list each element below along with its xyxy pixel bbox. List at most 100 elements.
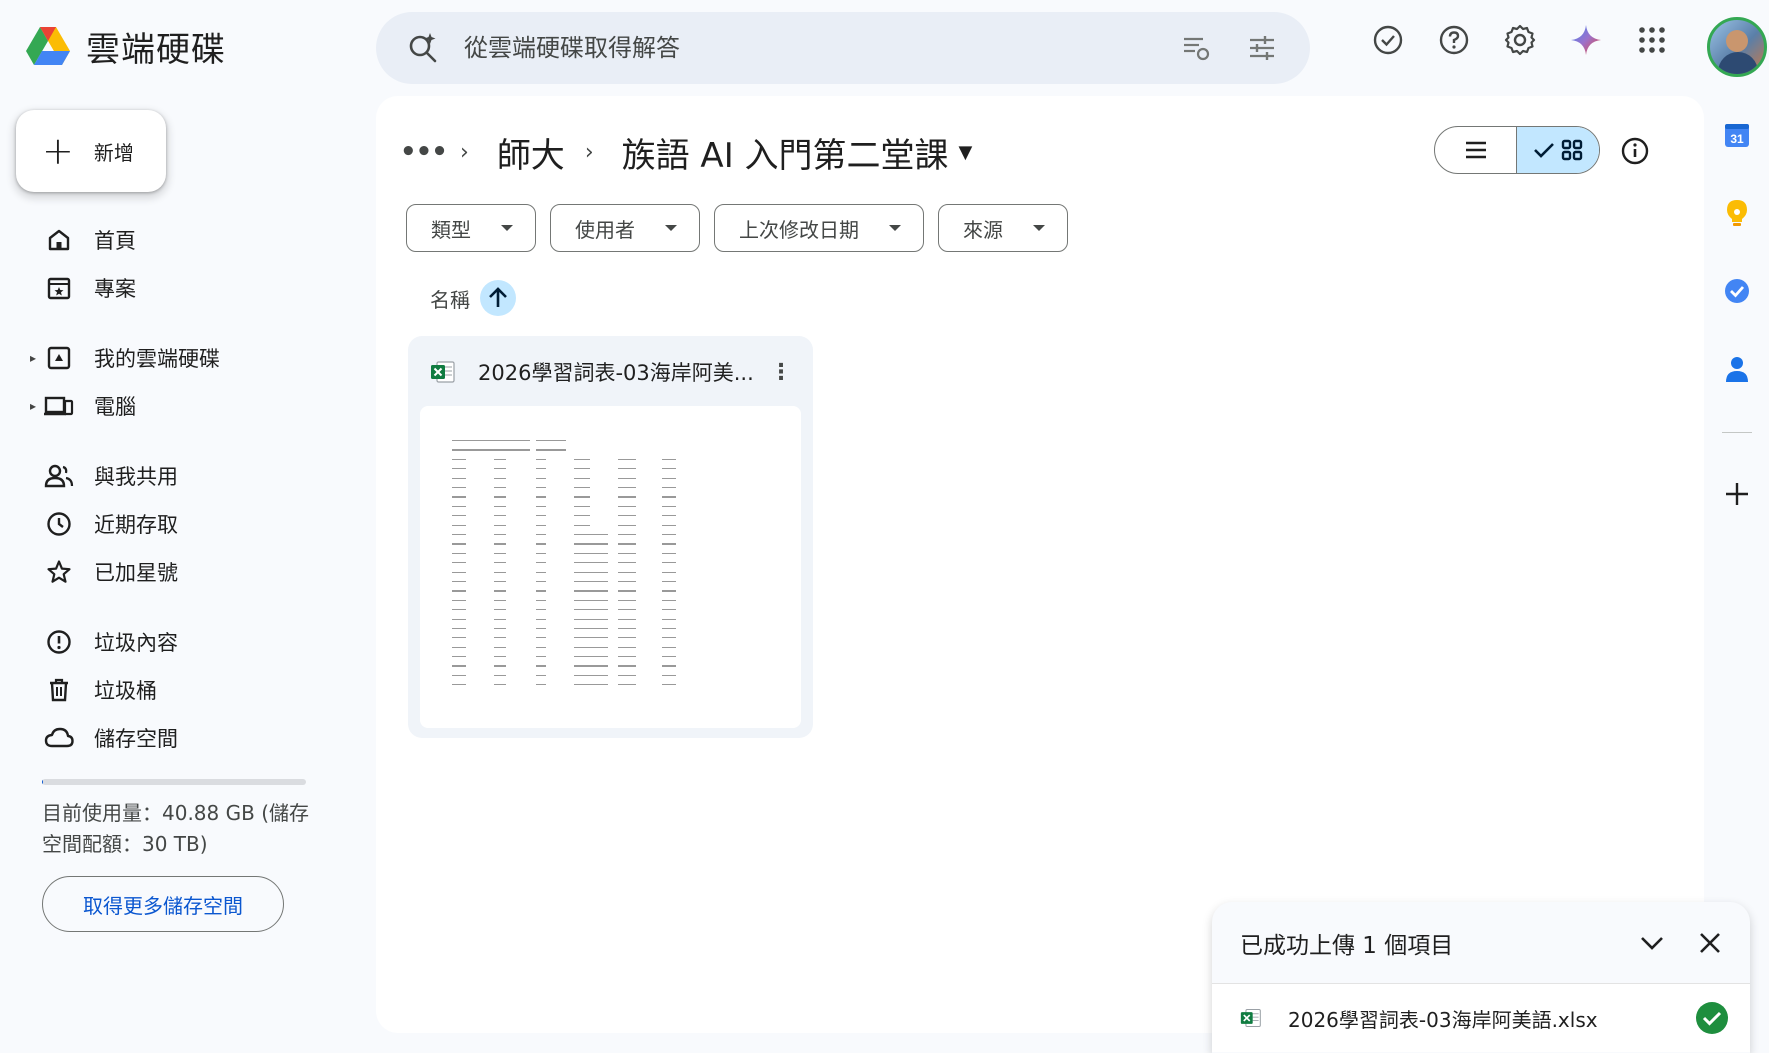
sidebar-item-computers[interactable]: ▸ 電腦 xyxy=(24,382,354,430)
thumbnail-cell xyxy=(574,477,590,479)
sort-control: 名稱 xyxy=(430,280,516,316)
cloud-icon xyxy=(44,723,74,753)
contacts-icon[interactable] xyxy=(1722,354,1752,384)
add-icon[interactable] xyxy=(1722,479,1752,509)
thumbnail-cell xyxy=(574,571,608,573)
filter-label: 來源 xyxy=(963,217,1003,242)
thumbnail-cell xyxy=(574,646,608,648)
storage-usage-text: 目前使用量：40.88 GB (儲存空間配額：30 TB) xyxy=(42,801,309,856)
new-button[interactable]: + 新增 xyxy=(16,110,166,192)
sidebar-item-projects[interactable]: 專案 xyxy=(24,264,354,312)
filter-modified-chip[interactable]: 上次修改日期 xyxy=(714,204,924,252)
sort-direction-button[interactable] xyxy=(480,280,516,316)
sidebar-item-spam[interactable]: 垃圾內容 xyxy=(24,618,354,666)
account-avatar[interactable] xyxy=(1707,17,1767,77)
breadcrumb-more-button[interactable]: ••• xyxy=(400,137,448,167)
close-icon[interactable] xyxy=(1692,925,1728,961)
logo-area[interactable]: 雲端硬碟 xyxy=(24,22,226,71)
apps-grid-icon[interactable] xyxy=(1634,22,1670,58)
shared-icon xyxy=(44,461,74,491)
sidebar-item-my-drive[interactable]: ▸ 我的雲端硬碟 xyxy=(24,334,354,382)
filter-type-chip[interactable]: 類型 xyxy=(406,204,536,252)
thumbnail-row xyxy=(452,492,702,501)
expand-caret-icon[interactable]: ▸ xyxy=(30,351,36,365)
more-vert-icon[interactable]: ⋮ xyxy=(767,358,795,386)
filter-label: 使用者 xyxy=(575,217,635,242)
thumbnail-cell xyxy=(574,458,590,461)
sidebar-item-home[interactable]: 首頁 xyxy=(24,216,354,264)
thumbnail-cell xyxy=(494,468,506,470)
settings-gear-icon[interactable] xyxy=(1502,22,1538,58)
expand-caret-icon[interactable]: ▸ xyxy=(30,399,36,413)
thumbnail-cell xyxy=(494,618,506,620)
calendar-icon[interactable]: 31 xyxy=(1722,120,1752,150)
filter-source-chip[interactable]: 來源 xyxy=(938,204,1068,252)
thumbnail-cell xyxy=(536,524,546,526)
thumbnail-cell xyxy=(618,477,636,479)
thumbnail-cell xyxy=(452,505,466,508)
info-icon[interactable] xyxy=(1620,136,1650,166)
chevron-right-icon: › xyxy=(460,139,469,165)
file-card[interactable]: 2026學習詞表-03海岸阿美... ⋮ xyxy=(408,336,813,738)
thumbnail-cell xyxy=(618,534,636,536)
sidebar-item-label: 專案 xyxy=(94,277,136,301)
breadcrumb: ••• › 師大 › 族語 AI 入門第二堂課 ▼ xyxy=(400,126,972,178)
thumbnail-cell xyxy=(618,684,636,686)
thumbnail-cell xyxy=(452,684,466,686)
search-bar[interactable] xyxy=(376,12,1310,84)
tasks-icon[interactable] xyxy=(1722,276,1752,306)
thumbnail-cell xyxy=(574,609,608,611)
thumbnail-cell xyxy=(494,440,530,442)
thumbnail-cell xyxy=(618,646,636,648)
thumbnail-cell xyxy=(452,580,466,583)
thumbnail-cell xyxy=(452,599,466,601)
thumbnail-cell xyxy=(536,477,546,479)
thumbnail-cell xyxy=(536,552,546,554)
filter-people-chip[interactable]: 使用者 xyxy=(550,204,700,252)
breadcrumb-current-folder[interactable]: 族語 AI 入門第二堂課 ▼ xyxy=(622,128,973,177)
search-settings-icon[interactable] xyxy=(1178,30,1214,66)
collapse-chevron-icon[interactable] xyxy=(1634,925,1670,961)
sidebar-item-storage[interactable]: 儲存空間 xyxy=(24,714,354,762)
thumbnail-row xyxy=(452,511,702,520)
ai-search-icon[interactable] xyxy=(406,30,442,66)
thumbnail-cell xyxy=(618,571,636,573)
excel-file-icon xyxy=(1240,1009,1261,1027)
thumbnail-cell xyxy=(662,496,676,498)
thumbnail-cell xyxy=(574,487,590,489)
thumbnail-row xyxy=(452,539,702,548)
get-more-storage-button[interactable]: 取得更多儲存空間 xyxy=(42,876,284,932)
drive-app: 雲端硬碟 從雲端硬碟取得解答 + 新增 首頁 專案 ▸ 我的雲端硬碟 ▸ 電腦 … xyxy=(0,0,1769,1053)
list-view-button[interactable] xyxy=(1435,127,1517,173)
thumbnail-cell xyxy=(452,646,466,648)
sidebar-item-shared[interactable]: 與我共用 xyxy=(24,452,354,500)
search-options-icon[interactable] xyxy=(1244,30,1280,66)
sidebar-item-starred[interactable]: 已加星號 xyxy=(24,548,354,596)
thumbnail-cell xyxy=(618,637,636,639)
help-icon[interactable] xyxy=(1436,22,1472,58)
thumbnail-cell xyxy=(494,449,530,451)
breadcrumb-parent[interactable]: 師大 xyxy=(497,128,565,177)
gemini-sparkle-icon[interactable] xyxy=(1568,22,1604,58)
thumbnail-cell xyxy=(536,637,546,639)
sidebar-item-recent[interactable]: 近期存取 xyxy=(24,500,354,548)
thumbnail-cell xyxy=(574,599,608,601)
drive-logo-icon xyxy=(26,26,70,65)
thumbnail-row xyxy=(452,680,702,689)
upload-item-row[interactable]: 2026學習詞表-03海岸阿美語.xlsx xyxy=(1212,984,1750,1052)
sidebar-item-trash[interactable]: 垃圾桶 xyxy=(24,666,354,714)
offline-ready-icon[interactable] xyxy=(1370,22,1406,58)
grid-view-button[interactable] xyxy=(1517,127,1599,173)
plus-icon: + xyxy=(42,129,74,173)
keep-icon[interactable] xyxy=(1722,198,1752,228)
thumbnail-cell xyxy=(494,684,506,686)
thumbnail-cell xyxy=(494,458,506,461)
thumbnail-cell xyxy=(494,515,506,517)
home-icon xyxy=(44,225,74,255)
thumbnail-cell xyxy=(536,496,546,498)
thumbnail-row xyxy=(452,558,702,567)
toast-title: 已成功上傳 1 個項目 xyxy=(1240,932,1454,959)
my-drive-icon xyxy=(44,343,74,373)
search-input[interactable] xyxy=(464,34,1148,62)
thumbnail-row xyxy=(452,530,702,539)
